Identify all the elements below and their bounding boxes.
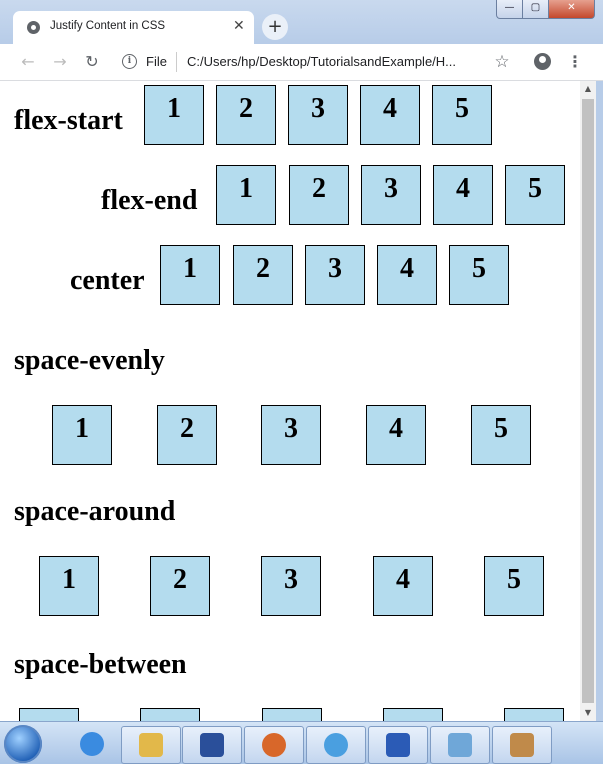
notepad-icon (448, 733, 472, 757)
flex-item-box: 4 (377, 245, 437, 305)
maximize-button[interactable]: ▢ (522, 0, 549, 19)
flex-item-box: 5 (505, 165, 565, 225)
row-label-center: center (70, 265, 145, 296)
scroll-down-arrow-icon[interactable]: ▼ (580, 705, 596, 721)
title-bar: Justify Content in CSS ✕ + — ▢ ✕ (0, 0, 603, 44)
flex-item-box: 3 (261, 556, 321, 616)
tab-title: Justify Content in CSS (50, 20, 166, 32)
flex-item-box: 2 (157, 405, 217, 465)
url-scheme-label: File (146, 54, 167, 69)
row-label-space-around: space-around (14, 496, 176, 527)
page-viewport: flex-start 1 2 3 4 5 flex-end 1 2 3 4 5 center 1 2 3 4 5 s… (0, 81, 580, 721)
flex-item-box: 3 (261, 405, 321, 465)
flex-item-box: 2 (140, 708, 200, 721)
paint-icon (510, 733, 534, 757)
taskbar-chrome-button[interactable] (306, 726, 366, 764)
flex-item-box: 4 (373, 556, 433, 616)
globe-icon (27, 21, 40, 34)
flex-item-box: 5 (504, 708, 564, 721)
taskbar-paint-button[interactable] (492, 726, 552, 764)
row-label-flex-start: flex-start (14, 105, 123, 136)
firefox-icon (262, 733, 286, 757)
flex-item-box: 2 (216, 85, 276, 145)
flex-item-box: 1 (160, 245, 220, 305)
taskbar-internet-explorer-button[interactable] (63, 726, 121, 762)
flex-item-box: 4 (383, 708, 443, 721)
flex-item-box: 2 (233, 245, 293, 305)
flex-item-box: 1 (216, 165, 276, 225)
vertical-scrollbar[interactable]: ▲ ▼ (580, 81, 596, 721)
flex-item-box: 3 (288, 85, 348, 145)
new-tab-button[interactable]: + (262, 14, 288, 40)
row-label-space-between: space-between (14, 649, 187, 680)
flex-item-box: 1 (39, 556, 99, 616)
account-icon[interactable] (532, 52, 552, 72)
flex-item-box: 4 (433, 165, 493, 225)
url-divider (176, 52, 177, 72)
flex-item-box: 3 (361, 165, 421, 225)
file-explorer-icon (139, 733, 163, 757)
row-label-flex-end: flex-end (101, 185, 198, 216)
flex-item-box: 3 (305, 245, 365, 305)
forward-arrow-icon[interactable]: → (50, 52, 70, 72)
browser-tab[interactable]: Justify Content in CSS ✕ (13, 11, 254, 44)
taskbar-word-button[interactable] (368, 726, 428, 764)
address-bar[interactable]: C:/Users/hp/Desktop/TutorialsandExample/… (187, 54, 456, 69)
row-label-space-evenly: space-evenly (14, 345, 165, 376)
flex-item-box: 5 (471, 405, 531, 465)
flex-item-box: 4 (360, 85, 420, 145)
start-button[interactable] (4, 725, 42, 763)
close-window-button[interactable]: ✕ (548, 0, 595, 19)
bookmark-star-icon[interactable]: ☆ (492, 52, 512, 72)
reload-icon[interactable]: ↻ (82, 52, 102, 72)
taskbar-notepad-button[interactable] (430, 726, 490, 764)
taskbar (0, 721, 603, 764)
scroll-up-arrow-icon[interactable]: ▲ (580, 81, 596, 97)
taskbar-firefox-button[interactable] (244, 726, 304, 764)
window-frame-edge (596, 81, 603, 721)
internet-explorer-icon (80, 732, 104, 756)
flex-item-box: 1 (144, 85, 204, 145)
word-icon (386, 733, 410, 757)
info-icon[interactable]: i (122, 54, 137, 69)
flex-item-box: 5 (449, 245, 509, 305)
flex-item-box: 2 (150, 556, 210, 616)
flex-item-box: 2 (289, 165, 349, 225)
media-player-icon (200, 733, 224, 757)
scrollbar-thumb[interactable] (582, 99, 594, 703)
chrome-icon (324, 733, 348, 757)
taskbar-media-player-button[interactable] (182, 726, 242, 764)
flex-item-box: 1 (19, 708, 79, 721)
flex-item-box: 3 (262, 708, 322, 721)
browser-toolbar: ← → ↻ i File C:/Users/hp/Desktop/Tutoria… (0, 44, 603, 81)
flex-item-box: 4 (366, 405, 426, 465)
flex-item-box: 1 (52, 405, 112, 465)
back-arrow-icon[interactable]: ← (18, 52, 38, 72)
flex-item-box: 5 (484, 556, 544, 616)
minimize-button[interactable]: — (496, 0, 523, 19)
flex-item-box: 5 (432, 85, 492, 145)
menu-kebab-icon[interactable]: ⋮ (565, 52, 585, 72)
taskbar-file-explorer-button[interactable] (121, 726, 181, 764)
close-tab-icon[interactable]: ✕ (233, 18, 245, 34)
